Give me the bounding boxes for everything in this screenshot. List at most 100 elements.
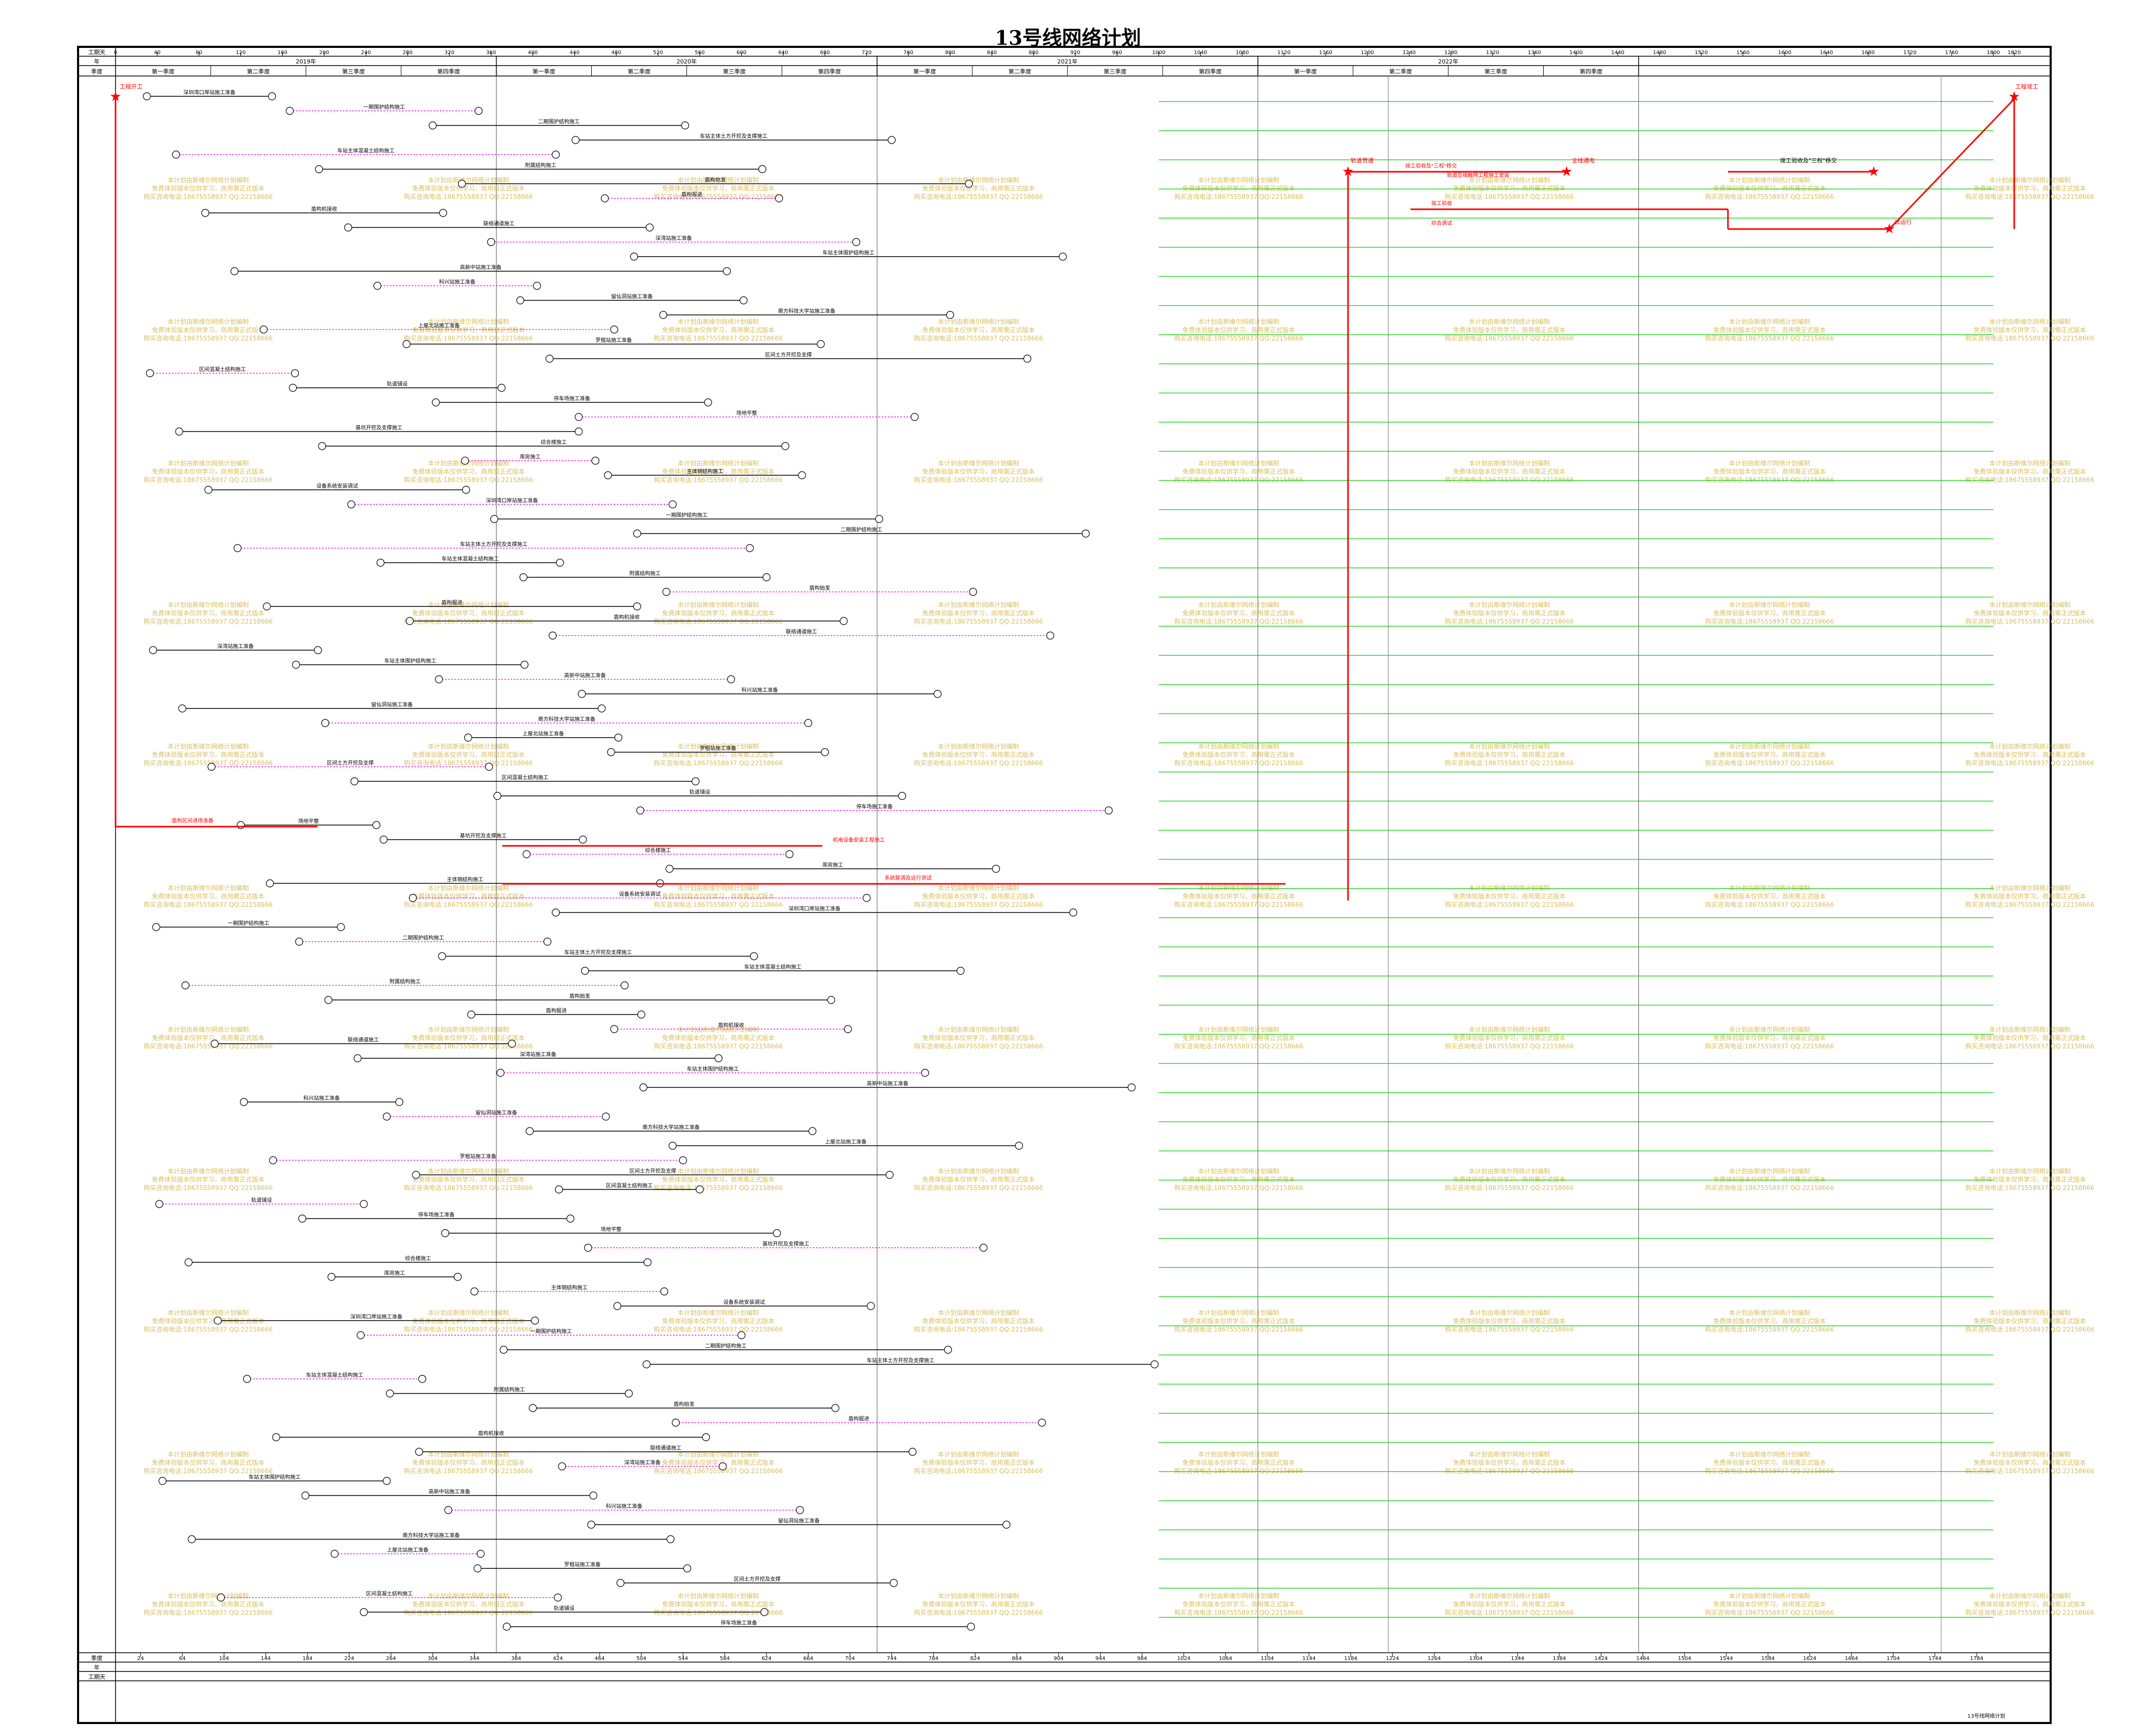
watermark-text: 免费体验版本仅供学习，商用需正式版本 [922,892,1035,900]
watermark-text: 免费体验版本仅供学习，商用需正式版本 [662,1459,774,1466]
watermark-text: 本计划由斯维尔网络计划编制 [1989,459,2070,467]
watermark-tile: 本计划由斯维尔网络计划编制免费体验版本仅供学习，商用需正式版本购买咨询电话:18… [1445,1309,1574,1333]
top-tick-label: 1120 [1277,50,1290,56]
activity-label: 车站主体土方开挖及支撑施工 [564,949,632,956]
event-node [464,733,473,742]
watermark-text: 购买咨询电话:18675558937 QQ:22158666 [1174,901,1303,908]
activity-label: 轨道铺设 [554,1605,575,1612]
watermark-tile: 本计划由斯维尔网络计划编制免费体验版本仅供学习，商用需正式版本购买咨询电话:18… [1705,1450,1834,1475]
time-scale-footer: 季度年工期天 24 64 104 144 184 224 264 304 344 384 424 464… [88,1653,2005,1719]
watermark-text: 购买咨询电话:18675558937 QQ:22158666 [1705,476,1834,484]
activity-label: 留仙洞站施工准备 [778,1517,820,1524]
top-tick-label: 1680 [1862,50,1875,56]
event-node [714,1054,723,1062]
watermark-text: 购买咨询电话:18675558937 QQ:22158666 [404,1325,533,1333]
watermark-tile: 本计划由斯维尔网络计划编制免费体验版本仅供学习，商用需正式版本购买咨询电话:18… [914,601,1043,625]
watermark-tile: 本计划由斯维尔网络计划编制免费体验版本仅供学习，商用需正式版本购买咨询电话:18… [914,1025,1043,1050]
event-node [625,1389,633,1398]
event-node [402,340,411,348]
top-tick-label: 1320 [1486,50,1499,56]
watermark-text: 免费体验版本仅供学习，商用需正式版本 [412,1034,525,1042]
watermark-tile: 本计划由斯维尔网络计划编制免费体验版本仅供学习，商用需正式版本购买咨询电话:18… [654,601,783,625]
watermark-tile: 本计划由斯维尔网络计划编制免费体验版本仅供学习，商用需正式版本购买咨询电话:18… [404,459,533,484]
quarter-label: 第四季度 [818,68,841,75]
watermark-text: 购买咨询电话:18675558937 QQ:22158666 [404,1467,533,1475]
watermark-text: 免费体验版本仅供学习，商用需正式版本 [1453,1034,1566,1042]
event-node [643,1258,652,1266]
activity-label: 附属结构施工 [494,1386,525,1393]
activity-label: 盾构始发 [569,993,590,999]
event-node [614,733,622,742]
year-label: 2021年 [1058,58,1078,65]
activity-label: 库房施工 [520,453,541,460]
activity-label: 车站主体混凝土结构施工 [441,555,499,562]
watermark-text: 免费体验版本仅供学习，商用需正式版本 [1453,892,1566,900]
event-node [775,194,783,202]
event-node [172,150,180,159]
event-node [516,296,525,305]
activity-label: 主体钢结构施工 [686,468,723,475]
activity-label: 轨道铺设 [387,381,408,387]
watermark-text: 免费体验版本仅供学习，商用需正式版本 [412,1175,525,1183]
event-node [412,1171,420,1179]
activity-label: 盾构始发 [673,1401,694,1408]
watermark-text: 购买咨询电话:18675558937 QQ:22158666 [1174,476,1303,484]
watermark-text: 免费体验版本仅供学习，商用需正式版本 [152,1175,264,1183]
watermark-text: 本计划由斯维尔网络计划编制 [1729,742,1810,750]
watermark-text: 本计划由斯维尔网络计划编制 [938,1450,1019,1458]
bottom-tick-label: 1144 [1302,1656,1315,1662]
bottom-tick-label: 64 [179,1656,186,1662]
bottom-tick-label: 1304 [1469,1656,1482,1662]
activity-label: 科兴站施工准备 [606,1503,642,1510]
watermark-tile: 本计划由斯维尔网络计划编制免费体验版本仅供学习，商用需正式版本购买咨询电话:18… [1445,459,1574,484]
top-tick-label: 1820 [2007,50,2020,56]
event-node [844,1025,852,1033]
top-tick-label: 1600 [1778,50,1791,56]
event-node [554,1593,562,1602]
acceptance-star-icon: ★ [1867,164,1879,180]
watermark-tile: 本计划由斯维尔网络计划编制免费体验版本仅供学习，商用需正式版本购买咨询电话:18… [1174,1025,1303,1050]
top-tick-label: 1200 [1361,50,1374,56]
event-node [671,1418,680,1427]
bottom-tick-label: 1544 [1720,1656,1733,1662]
watermark-text: 购买咨询电话:18675558937 QQ:22158666 [1445,759,1574,767]
watermark-tile: 本计划由斯维尔网络计划编制免费体验版本仅供学习，商用需正式版本购买咨询电话:18… [1174,1592,1303,1616]
watermark-tile: 本计划由斯维尔网络计划编制免费体验版本仅供学习，商用需正式版本购买咨询电话:18… [654,318,783,342]
event-node [1046,631,1054,640]
bottom-tick-label: 864 [1012,1656,1022,1662]
watermark-tile: 本计划由斯维尔网络计划编制免费体验版本仅供学习，商用需正式版本购买咨询电话:18… [1445,601,1574,625]
top-tick-label: 80 [196,50,202,56]
activity-label: 设备系统安装调试 [619,891,660,897]
watermark-text: 本计划由斯维尔网络计划编制 [428,1025,509,1033]
event-node [589,1491,597,1500]
activity-label: 南方科技大学站施工准备 [538,716,595,723]
year-label: 2022年 [1438,58,1458,65]
watermark-text: 本计划由斯维尔网络计划编制 [1198,1450,1279,1458]
watermark-tile: 本计划由斯维尔网络计划编制免费体验版本仅供学习，商用需正式版本购买咨询电话:18… [144,1592,273,1616]
watermark-text: 购买咨询电话:18675558937 QQ:22158666 [1174,1184,1303,1192]
event-node [827,996,835,1004]
watermark-text: 购买咨询电话:18675558937 QQ:22158666 [654,476,783,484]
watermark-text: 免费体验版本仅供学习，商用需正式版本 [922,1600,1035,1608]
quarter-label: 第三季度 [723,68,746,75]
watermark-text: 免费体验版本仅供学习，商用需正式版本 [662,326,774,334]
watermark-text: 免费体验版本仅供学习，商用需正式版本 [1183,1317,1295,1325]
watermark-text: 购买咨询电话:18675558937 QQ:22158666 [654,1184,783,1192]
watermark-text: 免费体验版本仅供学习，商用需正式版本 [1974,1600,2086,1608]
activity-label: 二期围护结构施工 [538,118,580,125]
watermark-text: 购买咨询电话:18675558937 QQ:22158666 [404,759,533,767]
watermark-text: 购买咨询电话:18675558937 QQ:22158666 [1965,1325,2094,1333]
watermark-text: 购买咨询电话:18675558937 QQ:22158666 [1705,901,1834,908]
activity-label: 高新中站施工准备 [564,672,606,679]
watermark-text: 本计划由斯维尔网络计划编制 [428,176,509,184]
watermark-text: 免费体验版本仅供学习，商用需正式版本 [1713,1175,1826,1183]
event-node [201,209,209,217]
watermark-tile: 本计划由斯维尔网络计划编制免费体验版本仅供学习，商用需正式版本购买咨询电话:18… [1174,1309,1303,1333]
event-node [610,1025,618,1033]
event-node [545,354,554,363]
activity-label: 车站主体土方开挖及支撑施工 [700,133,768,140]
watermark-text: 本计划由斯维尔网络计划编制 [168,742,249,750]
milestone-acceptance-label: 竣工验收及"三权"移交 [1780,157,1837,164]
watermark-text: 本计划由斯维尔网络计划编制 [938,1592,1019,1600]
watermark-text: 购买咨询电话:18675558937 QQ:22158666 [914,759,1043,767]
